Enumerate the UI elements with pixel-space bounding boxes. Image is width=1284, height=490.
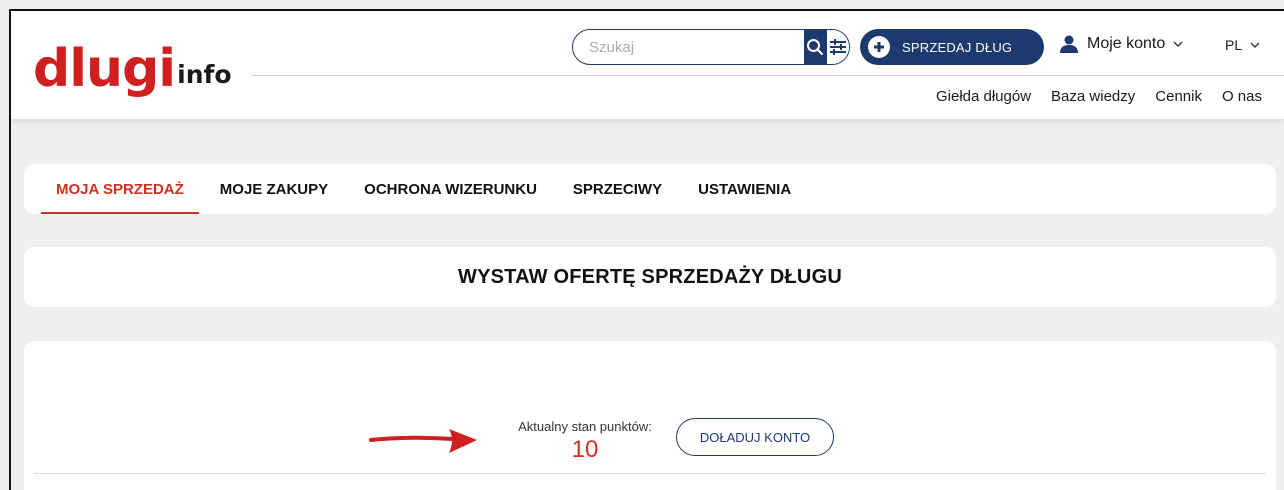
language-label: PL (1225, 37, 1243, 53)
chevron-down-icon (1250, 42, 1260, 48)
nav-link-debt-exchange[interactable]: Giełda długów (936, 88, 1031, 105)
points-label: Aktualny stan punktów: (518, 419, 652, 434)
points-value: 10 (571, 436, 599, 463)
logo-main-text: dlugi (33, 39, 176, 99)
sell-debt-label: SPRZEDAJ DŁUG (902, 39, 1013, 55)
chevron-down-icon (1173, 41, 1183, 47)
user-icon (1060, 35, 1078, 53)
tab-settings[interactable]: USTAWIENIA (683, 164, 806, 214)
tab-objections[interactable]: SPRZECIWY (558, 164, 677, 214)
points-card: Aktualny stan punktów: 10 DOŁADUJ KONTO (24, 341, 1276, 490)
divider (34, 473, 1266, 474)
nav-link-pricing[interactable]: Cennik (1155, 88, 1202, 105)
account-menu[interactable]: Moje konto (1059, 35, 1183, 53)
account-label: Moje konto (1087, 35, 1166, 52)
search-input[interactable] (573, 30, 804, 64)
search-icon (807, 39, 824, 55)
arrow-annotation-icon (369, 429, 477, 453)
language-selector[interactable]: PL (1225, 37, 1260, 53)
page-frame: dlugi info Szukaj SPRZEDAJ DŁUG Moje kon… (9, 9, 1284, 490)
logo-sub-text: info (177, 60, 232, 89)
account-tabs: MOJA SPRZEDAŻ MOJE ZAKUPY OCHRONA WIZERU… (41, 164, 812, 214)
points-balance: Aktualny stan punktów: 10 (500, 419, 670, 464)
site-header: dlugi info Szukaj SPRZEDAJ DŁUG Moje kon… (11, 11, 1284, 119)
logo[interactable]: dlugi info (33, 27, 232, 97)
filter-button[interactable] (826, 30, 849, 64)
tab-my-sales[interactable]: MOJA SPRZEDAŻ (41, 164, 199, 214)
account-tabs-card: MOJA SPRZEDAŻ MOJE ZAKUPY OCHRONA WIZERU… (24, 164, 1276, 214)
top-navigation: Giełda długów Baza wiedzy Cennik O nas (936, 88, 1262, 105)
page-title: WYSTAW OFERTĘ SPRZEDAŻY DŁUGU (458, 265, 842, 288)
plus-circle-icon (868, 36, 890, 58)
tab-my-purchases[interactable]: MOJE ZAKUPY (205, 164, 343, 214)
nav-link-knowledge-base[interactable]: Baza wiedzy (1051, 88, 1135, 105)
page-title-card: WYSTAW OFERTĘ SPRZEDAŻY DŁUGU (24, 247, 1276, 307)
search-button[interactable] (804, 30, 827, 64)
filter-icon (829, 39, 846, 55)
tab-image-protection[interactable]: OCHRONA WIZERUNKU (349, 164, 552, 214)
header-divider (251, 75, 1284, 76)
sell-debt-button[interactable]: SPRZEDAJ DŁUG (860, 29, 1044, 65)
top-up-account-button[interactable]: DOŁADUJ KONTO (676, 418, 834, 456)
nav-link-about[interactable]: O nas (1222, 88, 1262, 105)
search-bar (572, 29, 850, 65)
